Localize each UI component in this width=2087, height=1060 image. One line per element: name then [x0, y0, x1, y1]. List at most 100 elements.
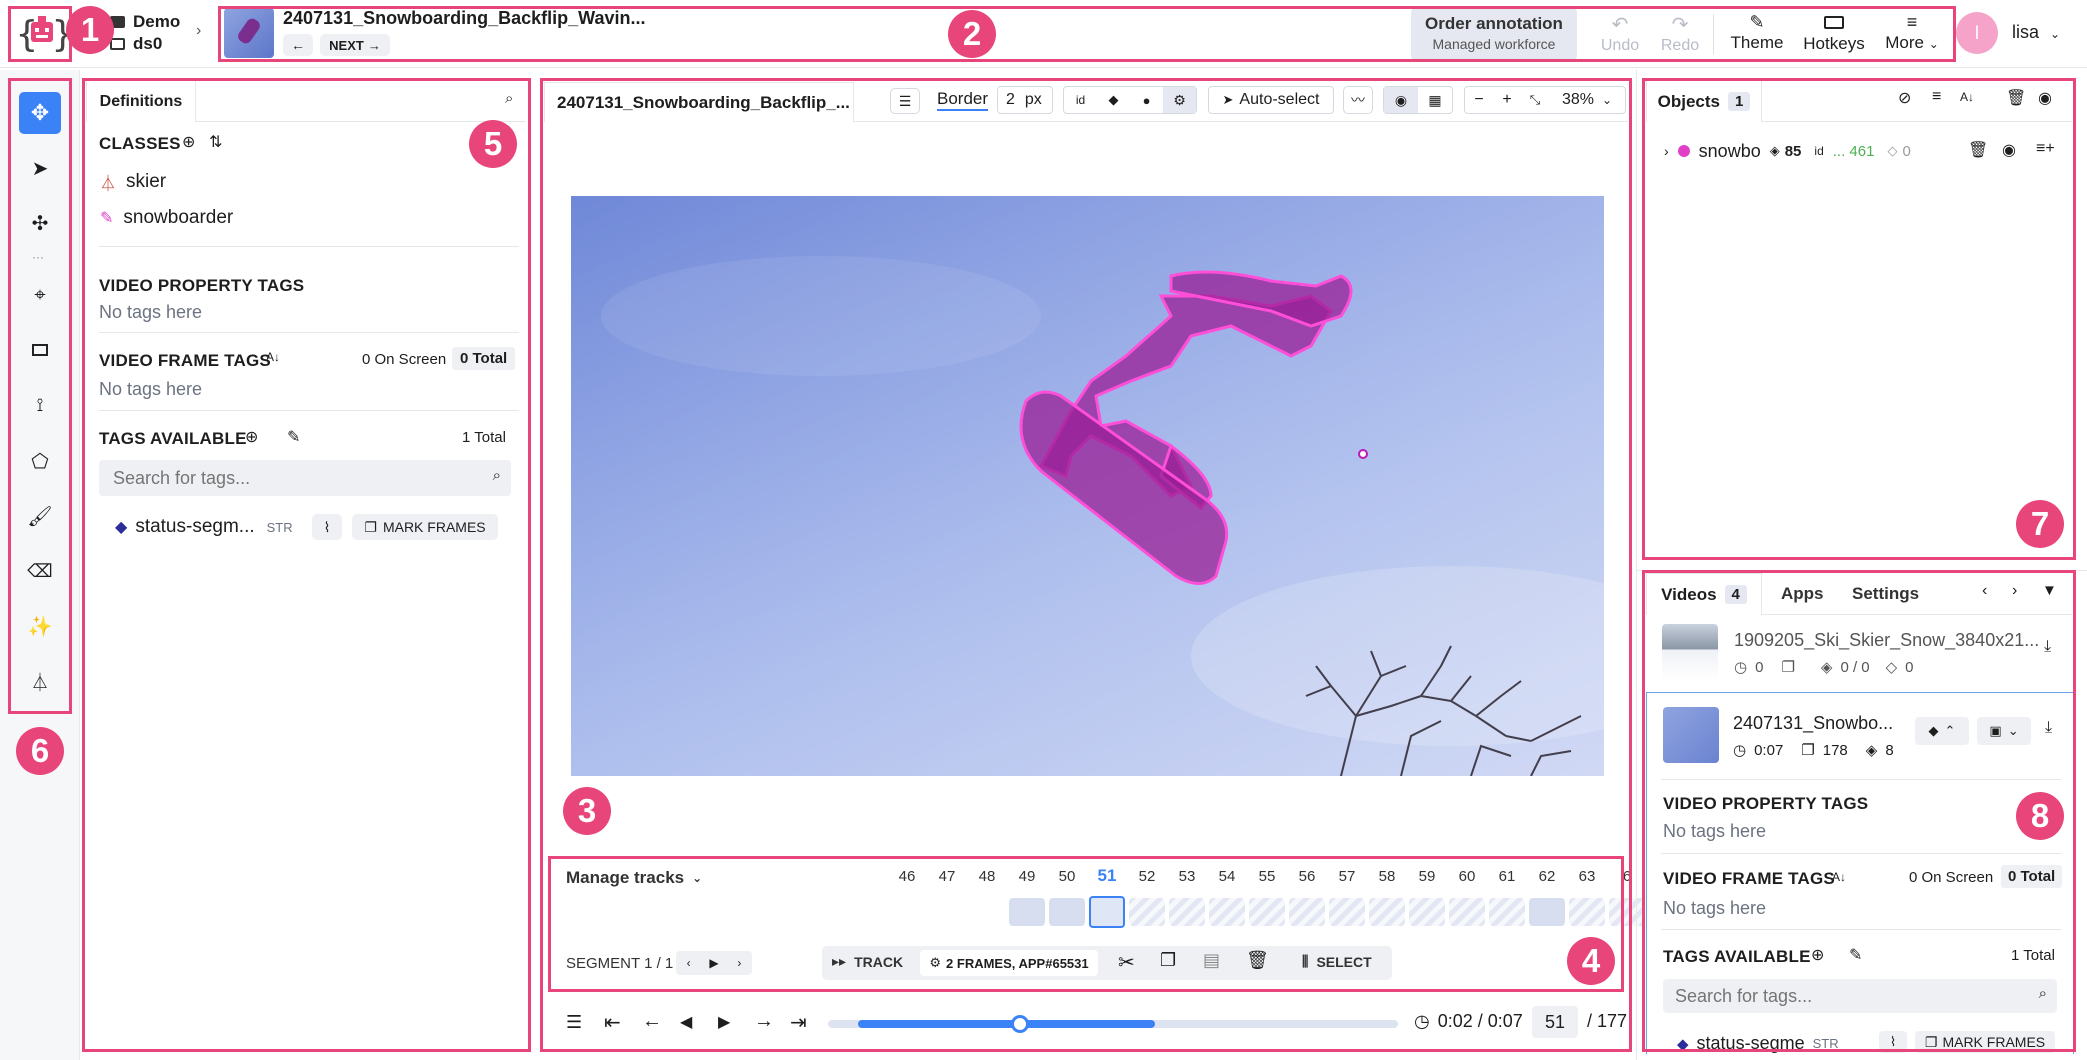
track-info-chip[interactable]: ⚙ 2 FRAMES, APP#65531: [920, 950, 1098, 976]
prev-button[interactable]: ←: [283, 34, 313, 56]
attach-button[interactable]: ⌇: [312, 514, 342, 540]
frame-number[interactable]: 62: [1527, 868, 1567, 885]
eraser-tool-button[interactable]: ⌫: [19, 550, 61, 592]
search-input[interactable]: [1663, 979, 2003, 1013]
clipboard-icon[interactable]: ▤: [1203, 950, 1220, 971]
progress-track[interactable]: [828, 1015, 1398, 1033]
theme-button[interactable]: ✎ Theme: [1722, 12, 1792, 53]
video-thumbnail[interactable]: [224, 8, 274, 58]
funnel-icon[interactable]: ▼: [2042, 582, 2057, 599]
link-button[interactable]: 〰: [1343, 86, 1373, 114]
frame-number[interactable]: 61: [1487, 868, 1527, 885]
track-cell[interactable]: [1169, 898, 1205, 926]
tab-objects[interactable]: Objects 1: [1646, 80, 1762, 122]
frame-number[interactable]: 57: [1327, 868, 1367, 885]
sort-icon[interactable]: ⇅: [209, 132, 222, 152]
more-button[interactable]: ≡ More ⌄: [1876, 12, 1948, 53]
sort-alpha-icon[interactable]: A↓: [1832, 870, 1846, 884]
gear-icon[interactable]: ⚙: [1163, 87, 1196, 113]
eye-icon[interactable]: ◉: [2002, 140, 2016, 160]
track-cell[interactable]: [1609, 898, 1645, 926]
tag-icon[interactable]: ◆: [1097, 87, 1130, 113]
chevron-left-icon[interactable]: ‹: [676, 951, 701, 975]
sort-alpha-icon[interactable]: A↓: [1960, 90, 1974, 104]
select-tool-button[interactable]: ➤: [19, 147, 61, 189]
track-button[interactable]: ▸▸ TRACK: [832, 953, 903, 970]
filter-icon[interactable]: ≡: [1932, 88, 1941, 106]
tab-videos[interactable]: Videos 4: [1646, 573, 1762, 615]
track-cell[interactable]: [1569, 898, 1605, 926]
step-back-icon[interactable]: ◀: [680, 1012, 692, 1032]
add-tag-icon[interactable]: ⊕: [245, 427, 258, 447]
search-icon[interactable]: ⌕: [505, 90, 513, 107]
track-cell[interactable]: [1209, 898, 1245, 926]
brush-tool-button[interactable]: 🖌: [19, 495, 61, 537]
frame-number[interactable]: 50: [1047, 868, 1087, 885]
frame-number[interactable]: 59: [1407, 868, 1447, 885]
undo-button[interactable]: ↶ Undo: [1595, 12, 1645, 55]
progress-thumb[interactable]: [1011, 1015, 1029, 1033]
magic-wand-tool-button[interactable]: ✨: [19, 605, 61, 647]
delete-icon[interactable]: 🗑: [1246, 950, 1269, 971]
frame-input[interactable]: 51: [1532, 1006, 1578, 1038]
edit-icon[interactable]: ✎: [1849, 945, 1862, 965]
track-cell[interactable]: [1329, 898, 1365, 926]
tab-settings[interactable]: Settings: [1852, 584, 1919, 604]
user-icon[interactable]: ●: [1130, 87, 1163, 113]
next-button[interactable]: NEXT →: [320, 34, 390, 56]
zoom-out-button[interactable]: −: [1465, 87, 1493, 113]
frame-number[interactable]: 49: [1007, 868, 1047, 885]
frame-number[interactable]: 56: [1287, 868, 1327, 885]
track-cell[interactable]: [1009, 898, 1045, 926]
frame-number[interactable]: 63: [1567, 868, 1607, 885]
track-cell[interactable]: [1529, 898, 1565, 926]
frame-number[interactable]: 48: [967, 868, 1007, 885]
track-cell[interactable]: [1249, 898, 1285, 926]
zoom-in-button[interactable]: +: [1493, 87, 1521, 113]
track-cell[interactable]: [1369, 898, 1405, 926]
edit-icon[interactable]: ✎: [287, 427, 300, 447]
user-menu[interactable]: lisa ⌄: [2012, 22, 2060, 43]
drag-tool-button[interactable]: ✣: [19, 202, 61, 244]
order-annotation-button[interactable]: Order annotation Managed workforce: [1411, 8, 1577, 60]
track-cell[interactable]: [1449, 898, 1485, 926]
id-toggle[interactable]: id: [1064, 87, 1097, 113]
point-tool-button[interactable]: ⌖: [19, 274, 61, 316]
app-logo[interactable]: { }: [16, 10, 74, 56]
hotkeys-button[interactable]: Hotkeys: [1798, 12, 1870, 54]
auto-select-button[interactable]: ➤ Auto-select: [1208, 86, 1334, 114]
tag-search-field[interactable]: ⌕: [1663, 979, 2057, 1013]
skip-end-icon[interactable]: ⇥: [790, 1010, 807, 1035]
view-menu-button[interactable]: ▣ ⌄: [1977, 717, 2031, 745]
search-input[interactable]: [99, 460, 459, 496]
trash-icon[interactable]: 🗑: [1968, 140, 1988, 160]
tag-search-field[interactable]: ⌕: [99, 460, 511, 496]
copy-icon[interactable]: ❐: [1160, 950, 1176, 971]
fit-icon[interactable]: ⤡: [1521, 87, 1549, 113]
circle-chevron-left-icon[interactable]: ‹: [1982, 582, 1987, 600]
manage-tracks-button[interactable]: Manage tracks ⌄: [566, 868, 702, 888]
avatar[interactable]: l: [1956, 12, 1998, 54]
frame-number[interactable]: 51: [1087, 866, 1127, 886]
grid-icon[interactable]: ▦: [1418, 87, 1452, 113]
download-icon[interactable]: ⤓: [2044, 638, 2051, 656]
class-item-skier[interactable]: ⏃ skier: [100, 170, 166, 194]
hide-icon[interactable]: ⊘: [1898, 88, 1911, 108]
polygon-tool-button[interactable]: ⬠: [19, 440, 61, 482]
frame-number[interactable]: 53: [1167, 868, 1207, 885]
track-cell[interactable]: [1129, 898, 1165, 926]
breadcrumb[interactable]: Demo ds0: [110, 12, 210, 58]
add-list-icon[interactable]: ≡+: [2036, 140, 2055, 158]
tab-apps[interactable]: Apps: [1781, 584, 1824, 604]
download-icon[interactable]: ⤓: [2045, 719, 2052, 737]
viewer-tab[interactable]: 2407131_Snowboarding_Backflip_...: [544, 82, 854, 122]
chevron-right-icon[interactable]: ›: [727, 951, 752, 975]
tag-item[interactable]: ◆ status-segme STR: [1677, 1033, 1839, 1054]
sort-alpha-icon[interactable]: A↓: [266, 350, 280, 364]
circle-chevron-right-icon[interactable]: ›: [2012, 582, 2017, 600]
timeline-settings-icon[interactable]: ☰: [566, 1012, 582, 1033]
tag-item[interactable]: ◆ status-segm... STR: [115, 516, 293, 538]
video-list-item[interactable]: 1909205_Ski_Skier_Snow_3840x21... ◷ 0 ❐ ◈…: [1646, 618, 2076, 688]
frame-number[interactable]: 46: [887, 868, 927, 885]
select-button[interactable]: ⫼ SELECT: [1302, 953, 1372, 970]
